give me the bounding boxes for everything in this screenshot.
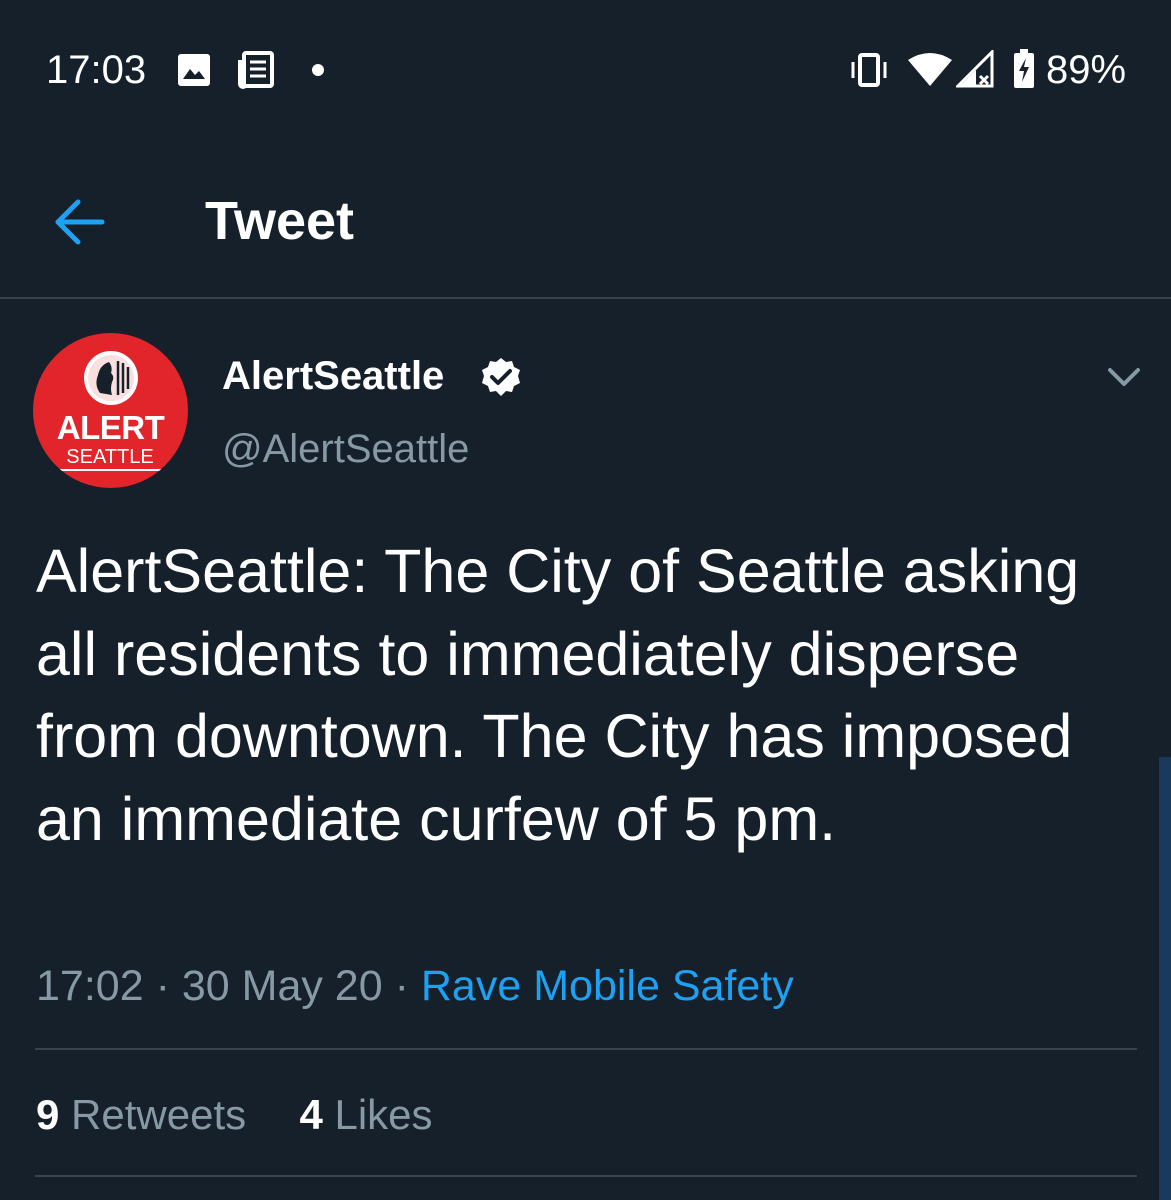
wifi-icon: [908, 53, 952, 86]
battery-charging-icon: [1014, 49, 1034, 88]
scrollbar-thumb[interactable]: [1159, 757, 1171, 1200]
likes-label: Likes: [334, 1091, 433, 1138]
meta-separator: ·: [155, 962, 170, 1010]
tweet-stats: 9 Retweets 4 Likes: [36, 1090, 433, 1140]
tweet-date: 30 May 20: [181, 962, 383, 1010]
retweets-stat[interactable]: 9 Retweets: [36, 1091, 246, 1138]
status-time: 17:03: [46, 48, 147, 92]
back-button[interactable]: [46, 192, 116, 252]
seattle-seal-icon: [84, 351, 138, 405]
divider: [35, 1048, 1137, 1050]
vibrate-icon: [851, 53, 887, 87]
image-notification-icon: [178, 54, 210, 86]
retweets-label: Retweets: [71, 1091, 247, 1138]
likes-stat[interactable]: 4 Likes: [299, 1091, 432, 1138]
author-display-name[interactable]: AlertSeattle: [222, 352, 444, 400]
page-title: Tweet: [205, 191, 355, 251]
arrow-left-icon: [55, 199, 105, 245]
tweet-text: AlertSeattle: The City of Seattle asking…: [36, 537, 1097, 853]
divider: [35, 1175, 1137, 1177]
news-notification-icon: [238, 51, 274, 89]
avatar[interactable]: ALERT SEATTLE: [33, 333, 188, 488]
status-bar: 17:03 89%: [0, 0, 1171, 140]
meta-separator: ·: [394, 962, 409, 1010]
author-handle[interactable]: @AlertSeattle: [222, 425, 469, 473]
tweet-source-link[interactable]: Rave Mobile Safety: [421, 962, 794, 1010]
tweet-header: Tweet: [0, 140, 1171, 299]
tweet-options-button[interactable]: [1100, 358, 1148, 394]
tweet-time: 17:02: [36, 962, 144, 1010]
chevron-down-icon: [1108, 368, 1140, 386]
avatar-logo-text: ALERT: [56, 409, 165, 446]
tweet-meta: 17:02 · 30 May 20 · Rave Mobile Safety: [36, 960, 794, 1012]
battery-percentage: 89%: [1046, 48, 1127, 92]
dot-icon: [312, 64, 324, 76]
likes-count: 4: [299, 1091, 323, 1138]
retweets-count: 9: [36, 1091, 60, 1138]
signal-icon: [956, 50, 994, 88]
verified-badge-icon: [482, 358, 520, 396]
avatar-logo-subtext: SEATTLE: [55, 445, 165, 471]
